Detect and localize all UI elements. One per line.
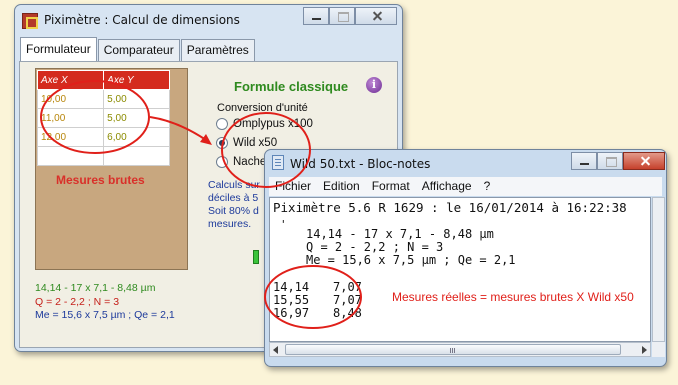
scroll-left-icon[interactable] — [273, 346, 278, 354]
notepad-title: Wild 50.txt - Bloc-notes — [290, 157, 431, 171]
conversion-title: Conversion d'unité — [217, 102, 308, 114]
column-header-axe-x: Axe X — [36, 70, 105, 90]
radio-icon[interactable] — [216, 156, 228, 168]
menu-edition[interactable]: Edition — [317, 177, 366, 196]
minimize-icon[interactable] — [571, 152, 597, 170]
horizontal-scrollbar[interactable] — [269, 342, 651, 357]
notepad-caption-buttons — [571, 152, 665, 170]
menu-format[interactable]: Format — [366, 177, 416, 196]
radio-label-nache: Nache — [233, 156, 267, 168]
notepad-menubar: Fichier Edition Format Affichage ? — [269, 177, 662, 196]
text-summary-line: Q = 2 - 2,2 ; N = 3 — [306, 240, 444, 254]
notepad-text-area[interactable]: Piximètre 5.6 R 1629 : le 16/01/2014 à 1… — [269, 197, 651, 342]
calc-line: Soit 80% d — [208, 205, 259, 217]
scroll-right-icon[interactable] — [642, 346, 647, 354]
piximetre-titlebar[interactable]: Piximètre : Calcul de dimensions — [15, 5, 402, 35]
minimize-icon[interactable] — [303, 7, 329, 25]
text-header-line: Piximètre 5.6 R 1629 : le 16/01/2014 à 1… — [273, 200, 627, 215]
annotation-text: Mesures réelles = mesures brutes X Wild … — [392, 290, 634, 304]
radio-wild[interactable]: Wild x50 — [216, 137, 277, 149]
cell-y-3[interactable]: 6,00 — [103, 127, 170, 147]
value-x-2: 15,55 — [273, 293, 310, 307]
piximetre-app-icon — [22, 13, 38, 29]
notepad-icon — [272, 155, 284, 170]
value-y-2: 7,07 — [333, 293, 362, 307]
formula-title: Formule classique — [234, 79, 349, 94]
text-summary-line: Me = 15,6 x 7,5 µm ; Qe = 2,1 — [306, 253, 516, 267]
value-y-1: 7,07 — [333, 280, 362, 294]
notepad-titlebar[interactable]: Wild 50.txt - Bloc-notes — [265, 150, 666, 175]
raw-measures-label: Mesures brutes — [56, 173, 145, 187]
result-dimensions: 14,14 - 17 x 7,1 - 8,48 µm — [35, 282, 156, 294]
measurement-grid[interactable]: Axe X Axe Y 10,00 5,00 11,00 5,00 12,00 … — [36, 70, 170, 166]
cell-x-new[interactable] — [36, 146, 105, 166]
cell-y-new[interactable] — [103, 146, 170, 166]
radio-nache[interactable]: Nache — [216, 156, 266, 168]
menu-affichage[interactable]: Affichage — [416, 177, 478, 196]
cell-x-1[interactable]: 10,00 — [36, 89, 105, 109]
notepad-window: Wild 50.txt - Bloc-notes Fichier Edition… — [264, 149, 667, 367]
result-mean: Me = 15,6 x 7,5 µm ; Qe = 2,1 — [35, 309, 175, 321]
cell-y-1[interactable]: 5,00 — [103, 89, 170, 109]
radio-label-wild: Wild x50 — [233, 137, 278, 149]
tab-comparateur[interactable]: Comparateur — [97, 39, 180, 61]
info-icon[interactable]: i — [366, 77, 382, 93]
measurement-grid-box: Axe X Axe Y 10,00 5,00 11,00 5,00 12,00 … — [35, 68, 188, 270]
radio-selected-icon[interactable] — [216, 137, 228, 149]
tab-parametres[interactable]: Paramètres — [180, 39, 255, 61]
radio-icon[interactable] — [216, 118, 228, 130]
cell-x-3[interactable]: 12,00 — [36, 127, 105, 147]
cell-y-2[interactable]: 5,00 — [103, 108, 170, 128]
piximetre-tabs: Formulateur Comparateur Paramètres — [20, 37, 256, 61]
piximetre-title: Piximètre : Calcul de dimensions — [44, 13, 240, 27]
calc-line: Calculs sur — [208, 179, 260, 191]
calc-description: Calculs sur déciles à 5 Soit 80% d mesur… — [208, 179, 268, 231]
cell-x-2[interactable]: 11,00 — [36, 108, 105, 128]
radio-omplypus[interactable]: Omplypus x100 — [216, 118, 313, 130]
radio-label-omplypus: Omplypus x100 — [233, 118, 313, 130]
resize-grip[interactable] — [652, 342, 665, 357]
text-tick: ' — [280, 218, 287, 231]
close-icon[interactable] — [355, 7, 397, 25]
tab-formulateur[interactable]: Formulateur — [20, 37, 97, 61]
maximize-icon[interactable] — [329, 7, 355, 25]
text-summary-line: 14,14 - 17 x 7,1 - 8,48 µm — [306, 227, 494, 241]
menu-fichier[interactable]: Fichier — [269, 177, 317, 196]
menu-help[interactable]: ? — [478, 177, 497, 196]
results-summary: 14,14 - 17 x 7,1 - 8,48 µm Q = 2 - 2,2 ;… — [35, 282, 175, 323]
result-quotient: Q = 2 - 2,2 ; N = 3 — [35, 295, 120, 308]
close-icon[interactable] — [623, 152, 665, 170]
value-x-1: 14,14 — [273, 280, 310, 294]
vertical-scrollbar[interactable] — [652, 197, 665, 342]
value-x-3: 16,97 — [273, 306, 310, 320]
value-y-3: 8,48 — [333, 306, 362, 320]
column-header-axe-y: Axe Y — [103, 70, 170, 90]
scroll-thumb[interactable] — [285, 344, 621, 355]
progress-indicator — [253, 250, 259, 264]
calc-line: déciles à 5 — [208, 192, 259, 204]
calc-line: mesures. — [208, 218, 252, 230]
maximize-icon[interactable] — [597, 152, 623, 170]
piximetre-caption-buttons — [303, 7, 397, 25]
